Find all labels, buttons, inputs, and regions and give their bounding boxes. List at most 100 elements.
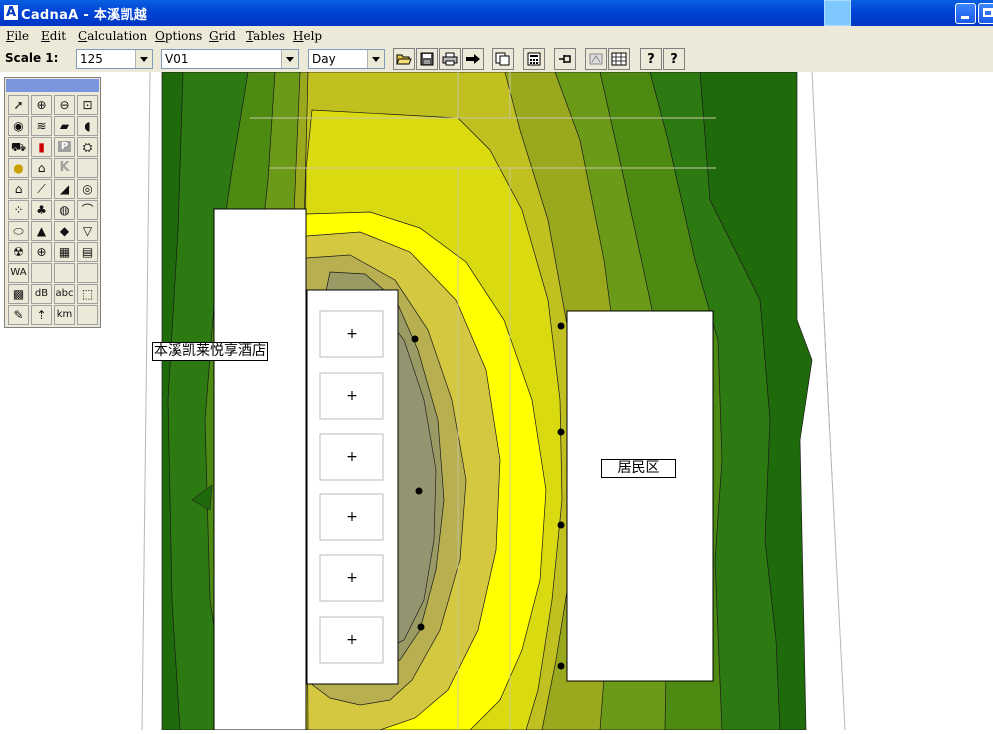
menu-grid[interactable]: Grid [209, 29, 236, 43]
building-icon[interactable]: ⌂ [8, 179, 29, 199]
scale-value: 125 [80, 52, 103, 66]
receiver-point-icon [415, 487, 423, 495]
menu-calculation[interactable]: Calculation [78, 29, 147, 43]
k-tool-label: K [59, 160, 70, 175]
grid-map-button[interactable] [608, 48, 630, 70]
zoom-in-icon[interactable]: ⊕ [31, 95, 52, 115]
3d-view-icon [589, 53, 603, 65]
railway-icon[interactable]: ⛭ [77, 137, 98, 157]
residential-label[interactable]: 居民区 [601, 459, 676, 478]
tank-icon[interactable]: ⬭ [8, 221, 29, 241]
period-combo[interactable]: Day [308, 49, 385, 69]
save-button[interactable] [416, 48, 438, 70]
context-help-button[interactable]: ? [640, 48, 662, 70]
area-source-icon[interactable]: ▰ [54, 116, 75, 136]
receiver-points-icon[interactable]: ⁘ [8, 200, 29, 220]
chevron-down-icon[interactable] [281, 50, 298, 68]
contour-icon[interactable]: ◍ [54, 200, 75, 220]
empty-tool [31, 263, 52, 283]
export-button[interactable] [462, 48, 484, 70]
wa-icon[interactable]: WA [8, 263, 29, 283]
trees-icon[interactable]: ♣ [31, 200, 52, 220]
chevron-down-icon[interactable] [135, 50, 152, 68]
variant-combo[interactable]: V01 [161, 49, 299, 69]
triangle-down-icon[interactable]: ▽ [77, 221, 98, 241]
help-button[interactable]: ? [663, 48, 685, 70]
open-file-button[interactable] [393, 48, 415, 70]
menu-tables[interactable]: Tables [246, 29, 285, 43]
floppy-disk-icon [420, 52, 434, 66]
barrier-icon[interactable]: ⟋ [31, 179, 52, 199]
calculator-icon [527, 52, 541, 66]
noise-contour-map[interactable]: + + + + + + [0, 71, 993, 731]
globe-icon[interactable]: ⊕ [31, 242, 52, 262]
vertical-area-source-icon[interactable]: ◖ [77, 116, 98, 136]
section-icon[interactable]: ▤ [77, 242, 98, 262]
zoom-out-icon[interactable]: ⊖ [54, 95, 75, 115]
radiation-icon[interactable]: ☢ [8, 242, 29, 262]
cylinder-icon[interactable]: ◎ [77, 179, 98, 199]
embankment-icon[interactable]: ◢ [54, 179, 75, 199]
cadna-app-icon: A [4, 5, 18, 20]
text-tool-label: abc [55, 288, 74, 299]
bridge-icon[interactable]: ⌒ [77, 200, 98, 220]
edit-polygon-icon[interactable]: ✎ [8, 305, 29, 325]
maximize-button[interactable] [978, 3, 993, 24]
map-icon[interactable]: ▩ [8, 284, 29, 304]
parking-lot-icon[interactable]: P [54, 137, 75, 157]
menu-help[interactable]: Help [293, 29, 322, 43]
point-source-icon[interactable]: ◉ [8, 116, 29, 136]
toolbar: Scale 1: 125 V01 Day ? ? [0, 46, 993, 73]
menu-edit[interactable]: Edit [41, 29, 66, 43]
room-marker: + [346, 570, 358, 586]
calculator-button[interactable] [523, 48, 545, 70]
db-tool-label: dB [34, 288, 49, 299]
map-canvas[interactable]: + + + + + + 本溪凯莱悦享酒店 居民区 [0, 71, 993, 731]
road-icon[interactable]: ⛟ [8, 137, 29, 157]
receiver-point-icon [417, 623, 425, 631]
tennis-ball-icon[interactable]: ● [8, 158, 29, 178]
minimize-button[interactable] [955, 3, 976, 24]
traffic-light-icon[interactable]: ▮ [31, 137, 52, 157]
print-button[interactable] [439, 48, 461, 70]
context-help-label: ? [647, 52, 655, 67]
height-point-icon[interactable]: ⇡ [31, 305, 52, 325]
ground-absorption-icon[interactable]: ◆ [54, 221, 75, 241]
grid-area-icon[interactable]: ▦ [54, 242, 75, 262]
menu-options[interactable]: Options [155, 29, 202, 43]
receiver-point-icon [557, 521, 565, 529]
empty-tool [77, 158, 98, 178]
3d-view-button[interactable] [585, 48, 607, 70]
grid-map-icon [611, 52, 627, 66]
industrial-building-icon[interactable]: ⌂ [31, 158, 52, 178]
empty-tool [54, 263, 75, 283]
scale-combo[interactable]: 125 [76, 49, 153, 69]
parking-lot-tool-label: P [57, 141, 72, 152]
line-source-icon[interactable]: ≋ [31, 116, 52, 136]
db-icon[interactable]: dB [31, 284, 52, 304]
chevron-down-icon[interactable] [367, 50, 384, 68]
room-marker: + [346, 449, 358, 465]
pin-button[interactable] [554, 48, 576, 70]
receiver-point-icon [557, 662, 565, 670]
copy-icon [495, 52, 510, 66]
period-value: Day [312, 52, 336, 66]
palette-title-bar[interactable] [6, 79, 99, 92]
k-icon[interactable]: K [54, 158, 75, 178]
window-title: CadnaA - 本溪凯越 [21, 8, 148, 23]
copy-button[interactable] [492, 48, 514, 70]
dotted-box-icon[interactable]: ⬚ [77, 284, 98, 304]
menu-bar: File Edit Calculation Options Grid Table… [0, 26, 993, 46]
empty-tool [77, 263, 98, 283]
printer-icon [442, 52, 458, 66]
room-marker: + [346, 388, 358, 404]
km-icon[interactable]: km [54, 305, 75, 325]
menu-file[interactable]: File [6, 29, 29, 43]
terrain-icon[interactable]: ▲ [31, 221, 52, 241]
room-marker: + [346, 632, 358, 648]
pointer-icon[interactable]: ➚ [8, 95, 29, 115]
wa-tool-label: WA [10, 267, 27, 278]
text-icon[interactable]: abc [54, 284, 75, 304]
hotel-label[interactable]: 本溪凯莱悦享酒店 [152, 342, 268, 361]
zoom-window-icon[interactable]: ⊡ [77, 95, 98, 115]
